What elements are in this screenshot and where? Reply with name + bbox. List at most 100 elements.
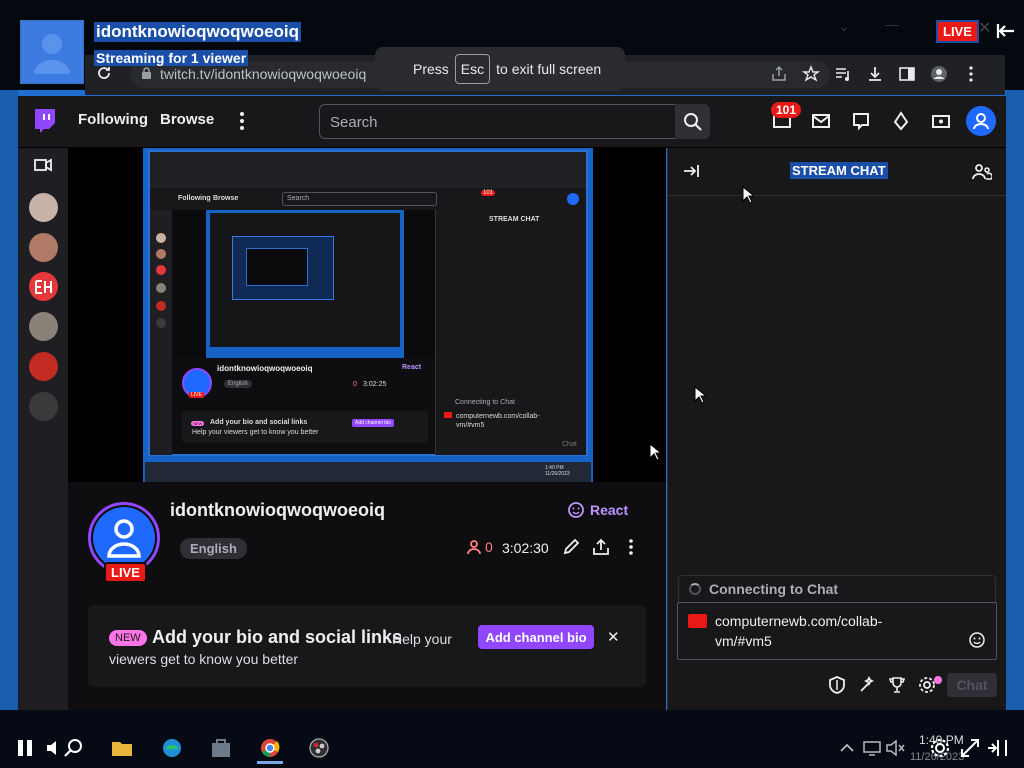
user-icon <box>973 113 989 130</box>
add-channel-bio-button[interactable]: Add channel bio <box>478 625 594 649</box>
lock-icon[interactable] <box>141 67 152 80</box>
channel-avatar[interactable] <box>93 507 155 569</box>
exit-arrow-icon[interactable] <box>996 22 1016 40</box>
fullscreen-tip-text: to exit full screen <box>496 61 602 77</box>
captured-new-pill: NEW <box>191 421 205 426</box>
network-icon[interactable] <box>861 737 883 759</box>
captured-nav-browse: Browse <box>213 195 239 202</box>
community-users-icon[interactable] <box>972 162 992 182</box>
captured-uptime: 3:02:25 <box>363 381 387 388</box>
nav-following[interactable]: Following <box>78 111 148 128</box>
captured-clock: 1:40 PM 11/26/2023 <box>545 465 570 477</box>
inbox-icon[interactable] <box>811 111 831 131</box>
chat-header-divider <box>668 195 1006 196</box>
whispers-icon[interactable] <box>851 111 871 131</box>
followed-channel-avatar[interactable] <box>29 312 58 341</box>
share-icon[interactable] <box>770 65 788 83</box>
close-icon[interactable]: ✕ <box>607 628 620 646</box>
user-menu-avatar[interactable] <box>966 106 996 136</box>
captured-avatar <box>156 301 166 311</box>
store-icon[interactable] <box>210 737 232 759</box>
browser-menu-icon[interactable] <box>962 65 980 83</box>
video-camera-icon[interactable] <box>34 157 52 173</box>
chevron-down-icon: ⌄ <box>838 18 850 34</box>
side-panel-icon[interactable] <box>898 65 916 83</box>
obs-icon[interactable] <box>308 737 330 759</box>
channel-name[interactable]: idontknowioqwoqwoeoiq <box>170 500 385 521</box>
exit-fullscreen-icon[interactable] <box>986 737 1008 759</box>
captured-viewers: 0 <box>353 381 357 388</box>
edge-browser-icon[interactable] <box>161 737 183 759</box>
bits-icon[interactable] <box>891 111 911 131</box>
file-explorer-icon[interactable] <box>111 737 133 759</box>
settings-gear-icon[interactable] <box>929 737 951 759</box>
more-options-icon[interactable] <box>622 538 640 556</box>
bookmark-star-icon[interactable] <box>802 65 820 83</box>
more-options-icon[interactable] <box>236 110 248 132</box>
captured-taskbar <box>145 462 591 482</box>
download-icon[interactable] <box>866 65 884 83</box>
media-control-icon[interactable] <box>834 65 852 83</box>
captured-bio-head: Add your bio and social links <box>210 419 308 426</box>
captured-date: 11/26/2023 <box>545 471 570 477</box>
captured-avatar <box>156 233 166 243</box>
new-badge: NEW <box>109 630 147 646</box>
active-app-indicator <box>257 761 283 764</box>
chrome-icon[interactable] <box>259 737 281 759</box>
viewers-icon <box>467 540 481 555</box>
captured-avatar <box>156 249 166 259</box>
fullscreen-tip: Press Esc to exit full screen <box>375 47 625 91</box>
share-icon[interactable] <box>592 538 610 556</box>
notification-count-badge: 101 <box>771 102 802 118</box>
predictions-trophy-icon[interactable] <box>888 676 906 694</box>
twitch-logo-icon[interactable] <box>32 108 56 134</box>
mouse-cursor-icon <box>649 443 661 461</box>
viewer-count-value: 0 <box>485 539 493 555</box>
fullscreen-tip-press: Press <box>413 61 449 77</box>
mouse-cursor-icon <box>742 186 754 204</box>
edit-pencil-icon[interactable] <box>562 538 580 556</box>
nav-browse[interactable]: Browse <box>160 111 214 128</box>
captured-connecting: Connecting to Chat <box>455 399 515 406</box>
wand-icon[interactable] <box>858 676 876 694</box>
pause-icon[interactable] <box>14 737 36 759</box>
followed-channel-avatar[interactable] <box>29 233 58 262</box>
collapse-chat-icon[interactable] <box>682 162 700 180</box>
chat-send-button[interactable]: Chat <box>947 673 997 697</box>
search-button[interactable] <box>675 104 710 139</box>
chat-input-text[interactable]: computernewb.com/collab-vm/#vm5 <box>715 611 915 651</box>
tray-chevron-up-icon[interactable] <box>836 737 858 759</box>
captured-react: React <box>402 364 422 371</box>
loading-spinner-icon <box>689 583 701 595</box>
captured-chat-btn: Chat <box>562 441 577 448</box>
followed-channel-avatar[interactable] <box>29 392 58 421</box>
reload-icon[interactable] <box>96 65 112 81</box>
search-icon[interactable] <box>62 737 84 759</box>
profile-icon[interactable] <box>930 65 948 83</box>
bio-subtext-1: Help your <box>392 631 452 647</box>
followed-channel-avatar[interactable] <box>29 352 58 381</box>
url-text[interactable]: twitch.tv/idontknowioqwoqwoeoiq <box>160 66 366 82</box>
captured-recursion-inner <box>246 248 308 286</box>
language-tag[interactable]: English <box>180 538 247 559</box>
captured-chat-msg: computernewb.com/collab-vm/#vm5 <box>456 413 540 429</box>
search-input[interactable]: Search <box>319 104 676 139</box>
react-button[interactable]: React <box>567 501 628 519</box>
captured-browser-toolbar <box>150 152 586 188</box>
captured-avatar <box>156 318 166 328</box>
stream-uptime: 3:02:30 <box>502 540 549 556</box>
overlay-channel-name: idontknowioqwoqwoeoiq <box>94 22 302 42</box>
muted-speaker-icon[interactable] <box>884 737 906 759</box>
captured-channel-name: idontknowioqwoqwoeoiq <box>217 364 313 373</box>
browser-actions <box>770 64 980 84</box>
moderation-shield-icon[interactable] <box>828 676 846 694</box>
captured-sidebar <box>150 210 172 455</box>
captured-chat-title: STREAM CHAT <box>489 216 540 223</box>
followed-channel-avatar[interactable] <box>29 193 58 222</box>
emoji-icon[interactable] <box>969 632 985 648</box>
captured-avatar <box>156 283 166 293</box>
followed-channel-avatar[interactable] <box>29 272 58 301</box>
prime-loot-icon[interactable] <box>931 111 951 131</box>
chat-title: STREAM CHAT <box>790 162 888 179</box>
expand-window-icon[interactable] <box>959 737 981 759</box>
